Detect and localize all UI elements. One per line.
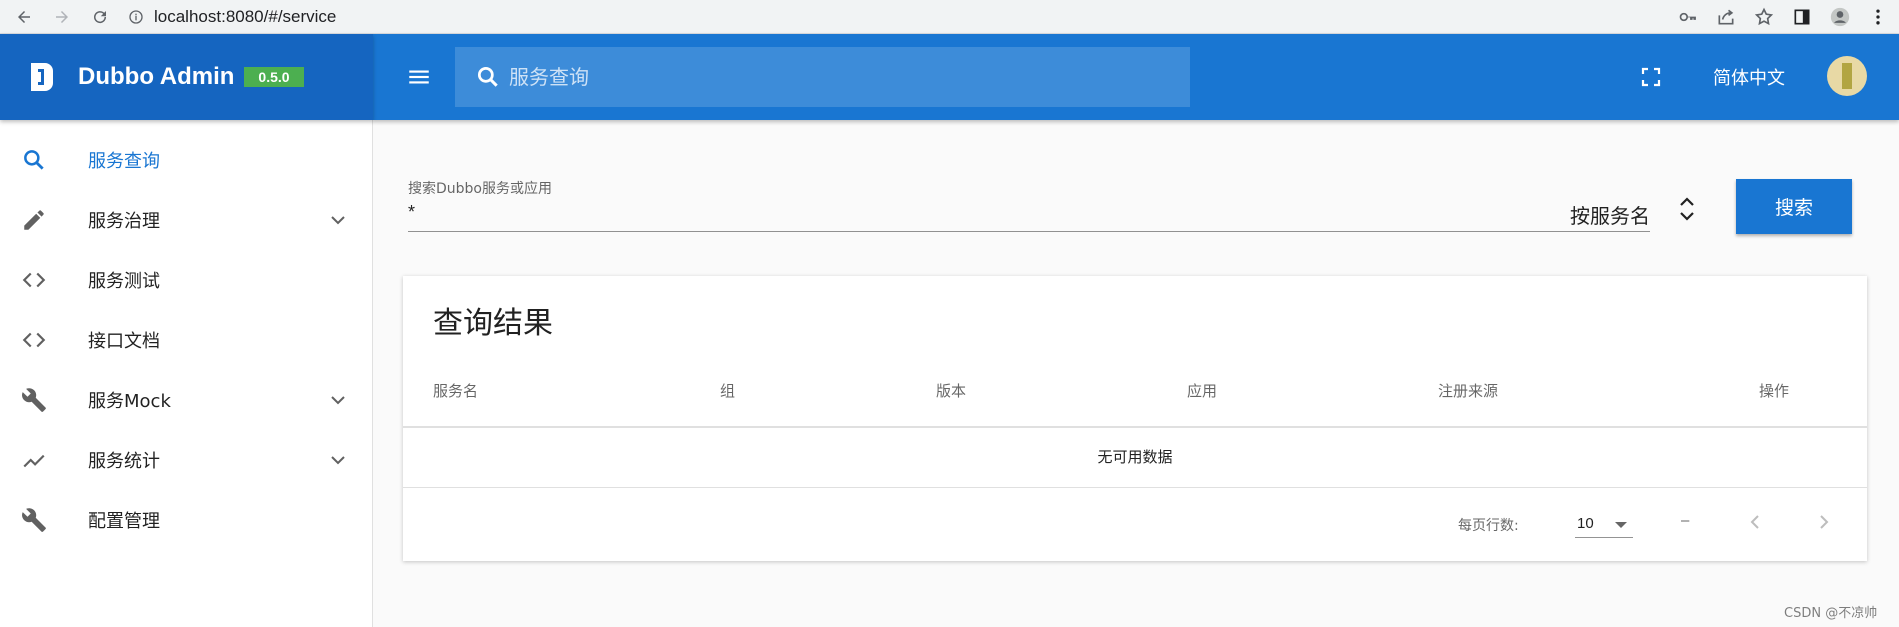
sidebar-item-label: 服务查询 [88, 151, 160, 172]
search-button[interactable]: 搜索 [1736, 179, 1852, 234]
rows-per-page-label: 每页行数: [1458, 518, 1519, 534]
sidebar-item-api-docs[interactable]: 接口文档 [0, 310, 373, 370]
sidebar-item-service-governance[interactable]: 服务治理 [0, 190, 373, 250]
more-vert-icon [1876, 9, 1880, 25]
password-key-button[interactable] [1673, 3, 1703, 31]
sidebar-item-label: 服务测试 [88, 271, 160, 292]
star-icon [1754, 7, 1774, 26]
menu-toggle-button[interactable] [403, 61, 435, 93]
column-header-registry-source[interactable]: 注册来源 [1438, 380, 1498, 401]
pagination-info: – [1681, 512, 1690, 529]
share-icon [1718, 9, 1734, 25]
version-badge: 0.5.0 [244, 67, 304, 87]
address-bar[interactable]: localhost:8080/#/service [128, 3, 336, 31]
column-header-version[interactable]: 版本 [936, 380, 966, 401]
info-icon [129, 9, 143, 24]
results-title: 查询结果 [433, 306, 553, 341]
side-panel-button[interactable] [1787, 3, 1817, 31]
reload-icon [94, 10, 107, 23]
app-title: Dubbo Admin [78, 63, 235, 90]
browser-toolbar: localhost:8080/#/service [0, 0, 1899, 34]
sidebar-item-service-stats[interactable]: 服务统计 [0, 430, 373, 490]
language-switcher[interactable]: 简体中文 [1713, 64, 1785, 90]
profile-button[interactable] [1825, 3, 1855, 31]
browser-actions [1665, 3, 1893, 31]
service-search-value: * [408, 202, 416, 222]
share-button[interactable] [1711, 3, 1741, 31]
sidebar-nav: 服务查询 服务治理 服务测试 接口文档 服务Mock 服务统计 配置管理 [0, 120, 373, 627]
chevron-down-icon[interactable] [326, 448, 350, 472]
sidebar-item-label: 配置管理 [88, 511, 160, 532]
rows-per-page-value: 10 [1577, 515, 1594, 532]
sidebar-item-config-management[interactable]: 配置管理 [0, 490, 373, 550]
column-header-service-name[interactable]: 服务名 [433, 380, 478, 401]
wrench-icon [20, 386, 48, 414]
reload-button[interactable] [86, 3, 114, 31]
table-footer-divider [403, 487, 1867, 488]
results-card: 查询结果 服务名 组 版本 应用 注册来源 操作 无可用数据 每页行数: 10 … [403, 276, 1867, 561]
search-icon [20, 146, 48, 174]
pencil-icon [20, 206, 48, 234]
bookmark-button[interactable] [1749, 3, 1779, 31]
chevron-down-icon[interactable] [326, 388, 350, 412]
sidebar-item-service-query[interactable]: 服务查询 [0, 130, 373, 190]
wrench-icon [20, 506, 48, 534]
service-search-input[interactable]: * 按服务名 [408, 200, 1650, 232]
sidebar-item-label: 服务统计 [88, 451, 160, 472]
arrow-right-icon [56, 10, 68, 23]
global-search-input[interactable] [509, 65, 1159, 89]
dubbo-logo-icon [31, 63, 53, 91]
dropdown-arrow-icon [1615, 522, 1627, 528]
avatar-image [1838, 63, 1856, 89]
fullscreen-icon [1641, 67, 1661, 87]
app-toolbar: 简体中文 [373, 34, 1899, 120]
chevron-left-icon[interactable] [1743, 510, 1767, 534]
back-button[interactable] [10, 3, 38, 31]
column-header-group[interactable]: 组 [720, 380, 735, 401]
code-icon [20, 326, 48, 354]
search-mode-select[interactable]: 按服务名 [1570, 200, 1650, 229]
column-header-application[interactable]: 应用 [1187, 380, 1217, 401]
user-avatar[interactable] [1827, 56, 1867, 96]
sidebar-item-label: 服务治理 [88, 211, 160, 232]
side-panel-icon [1794, 9, 1810, 25]
empty-state-text: 无可用数据 [1097, 448, 1173, 466]
forward-button[interactable] [48, 3, 76, 31]
unfold-icon[interactable] [1678, 194, 1696, 224]
sidebar-item-service-mock[interactable]: 服务Mock [0, 370, 373, 430]
chevron-down-icon[interactable] [326, 208, 350, 232]
column-header-actions: 操作 [1759, 382, 1790, 400]
sidebar-item-label: 服务Mock [88, 391, 171, 412]
app-brand: Dubbo Admin 0.5.0 [0, 34, 373, 120]
search-icon [477, 66, 498, 87]
account-circle-icon [1830, 7, 1850, 27]
sidebar-item-label: 接口文档 [88, 331, 160, 352]
rows-per-page-select[interactable]: 10 [1575, 510, 1633, 538]
service-search-label: 搜索Dubbo服务或应用 [408, 181, 552, 197]
chevron-right-icon[interactable] [1812, 510, 1836, 534]
table-header-divider [403, 426, 1867, 428]
url-text: localhost:8080/#/service [154, 6, 337, 26]
global-search[interactable] [455, 47, 1190, 107]
trending-up-icon [20, 446, 48, 474]
fullscreen-button[interactable] [1639, 65, 1663, 89]
sidebar-item-service-test[interactable]: 服务测试 [0, 250, 373, 310]
hamburger-menu-icon [409, 70, 429, 84]
arrow-left-icon [18, 10, 30, 23]
watermark: CSDN @不凉帅 [1784, 606, 1878, 621]
code-icon [20, 266, 48, 294]
browser-menu-button[interactable] [1863, 3, 1893, 31]
dubbo-logo [28, 61, 56, 93]
key-icon [1679, 12, 1696, 22]
